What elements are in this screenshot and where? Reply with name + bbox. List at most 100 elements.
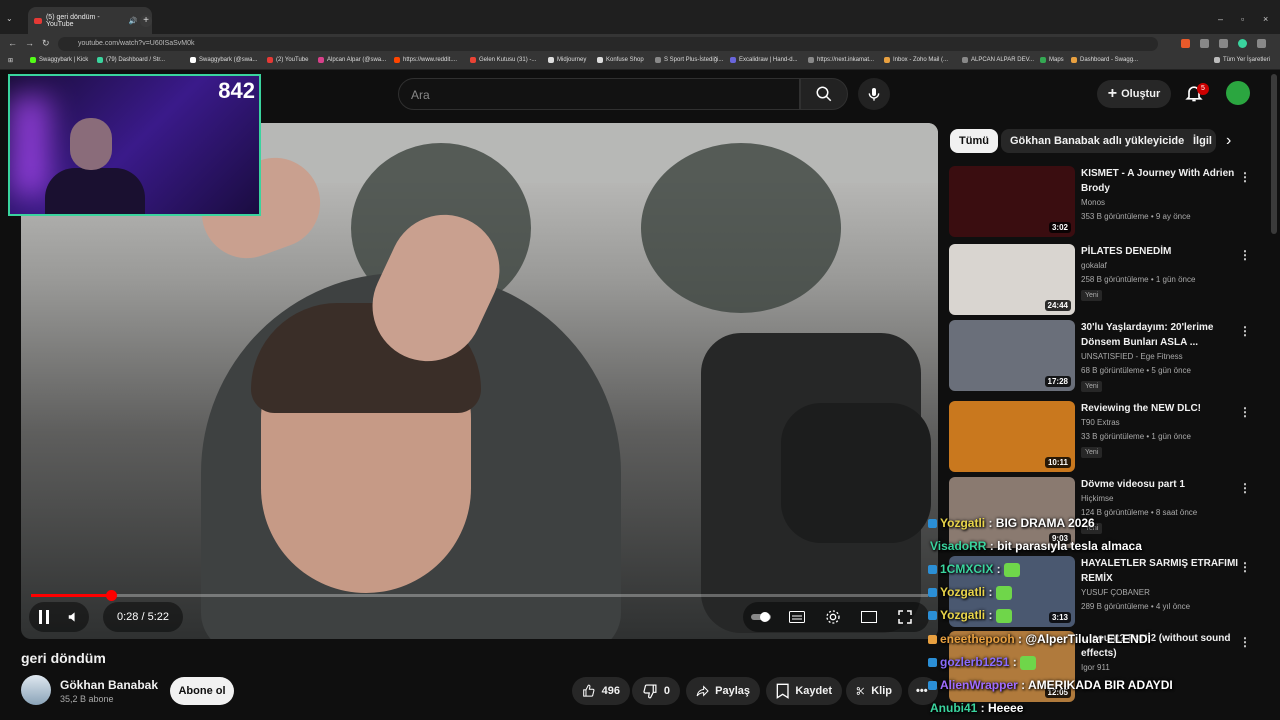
fullscreen-button[interactable] <box>887 610 923 624</box>
recommendation-thumbnail[interactable]: 24:44 <box>949 244 1075 315</box>
menu-icon[interactable] <box>1257 39 1266 48</box>
bookmark[interactable]: ALPCAN ALPAR DEV... <box>962 57 1034 63</box>
search-input[interactable]: Ara <box>398 78 800 110</box>
recommendation-title[interactable]: KISMET - A Journey With Adrien Brody <box>1081 166 1241 196</box>
dislike-button[interactable]: 0 <box>632 677 680 705</box>
progress-scrubber[interactable] <box>106 590 117 601</box>
bookmark[interactable]: Inbox - Zoho Mail (... <box>884 57 948 63</box>
back-icon[interactable]: ← <box>8 38 17 48</box>
bookmark[interactable]: Maps <box>1040 57 1064 63</box>
speaker-icon[interactable]: 🔊 <box>129 17 138 25</box>
create-button[interactable]: + Oluştur <box>1097 80 1171 108</box>
voice-search-button[interactable] <box>858 78 890 110</box>
bookmark[interactable]: Konfuse Shop <box>597 57 644 63</box>
bookmark[interactable]: Dashboard - Swagg... <box>1071 57 1138 63</box>
chip-all[interactable]: Tümü <box>950 129 998 153</box>
profile-icon[interactable] <box>1238 39 1247 48</box>
recommendation-item[interactable]: 24:44 PİLATES DENEDİM gokalaf 258 B görüntü… <box>949 244 1259 316</box>
chat-username[interactable]: eneethepooh <box>940 632 1015 646</box>
recommendation-channel[interactable]: Monos <box>1081 198 1105 207</box>
recommendation-item[interactable]: 17:28 30'lu Yaşlardayım: 20'lerime Dönsem… <box>949 320 1259 392</box>
clip-button[interactable]: Klip <box>846 677 902 705</box>
chat-username[interactable]: VisadoRR <box>930 539 986 553</box>
address-field[interactable]: youtube.com/watch?v=U60ISaSvM0k <box>58 37 1158 51</box>
bookmark[interactable]: https://www.reddit.... <box>394 57 457 63</box>
forward-icon[interactable]: → <box>25 38 34 48</box>
subtitles-button[interactable] <box>779 611 815 623</box>
bookmark[interactable]: Midjourney <box>548 57 586 63</box>
save-button[interactable]: Kaydet <box>766 677 842 705</box>
more-vertical-icon[interactable]: ⋮ <box>1239 248 1251 262</box>
recommendation-thumbnail[interactable]: 3:02 <box>949 166 1075 237</box>
chat-message: eneethepooh : @AlperTilular ELENDİ <box>928 632 1151 646</box>
apps-icon[interactable]: ⊞ <box>8 57 13 64</box>
tab-search-icon[interactable]: ⌄ <box>6 14 13 23</box>
chat-username[interactable]: AlienWrapper <box>940 678 1018 692</box>
autoplay-toggle[interactable] <box>743 612 779 622</box>
chat-username[interactable]: Anubi41 <box>930 701 977 715</box>
settings-button[interactable] <box>815 609 851 625</box>
recommendation-item[interactable]: 3:02 KISMET - A Journey With Adrien Brody… <box>949 166 1259 238</box>
recommendation-title[interactable]: 30'lu Yaşlardayım: 20'lerime Dönsem Bunl… <box>1081 320 1241 350</box>
more-vertical-icon[interactable]: ⋮ <box>1239 170 1251 184</box>
reload-icon[interactable]: ↻ <box>42 38 50 49</box>
bookmark[interactable]: S Sport Plus-İstediği... <box>655 57 723 63</box>
chip-uploader[interactable]: Gökhan Banabak adlı yükleyiciden <box>1001 129 1200 153</box>
progress-bar[interactable] <box>31 590 928 601</box>
recommendation-channel[interactable]: Hiçkimse <box>1081 494 1113 503</box>
bookmark[interactable]: Swaggybark | Kick <box>30 57 88 63</box>
recommendation-thumbnail[interactable]: 9:03 <box>949 477 1075 548</box>
volume-button[interactable] <box>59 610 89 624</box>
recommendation-channel[interactable]: Igor 911 <box>1081 663 1110 672</box>
bookmark[interactable]: (79) Dashboard / Str... <box>97 57 165 63</box>
chat-username[interactable]: Yozgatli <box>940 608 985 622</box>
more-vertical-icon[interactable]: ⋮ <box>1239 324 1251 338</box>
chat-username[interactable]: Yozgatli <box>940 585 985 599</box>
recommendation-channel[interactable]: YUSUF ÇOBANER <box>1081 588 1150 597</box>
chat-username[interactable]: gozlerb1251 <box>940 655 1009 669</box>
bookmark[interactable]: Excalidraw | Hand-d... <box>730 57 798 63</box>
more-vertical-icon[interactable]: ⋮ <box>1239 405 1251 419</box>
bookmark[interactable]: (2) YouTube <box>267 57 308 63</box>
recommendation-item[interactable]: 10:11 Reviewing the NEW DLC! T90 Extras 33 … <box>949 401 1259 473</box>
all-bookmarks[interactable]: Tüm Yer İşaretleri <box>1214 57 1270 63</box>
more-vertical-icon[interactable]: ⋮ <box>1239 635 1251 649</box>
browser-tab[interactable]: (5) geri döndüm - YouTube 🔊 × <box>28 7 152 34</box>
recommendation-channel[interactable]: UNSATISFIED - Ege Fitness <box>1081 352 1183 361</box>
more-vertical-icon[interactable]: ⋮ <box>1239 560 1251 574</box>
extension-icon[interactable] <box>1181 39 1190 48</box>
theater-mode-button[interactable] <box>851 611 887 623</box>
chat-username[interactable]: Yozgatli <box>940 516 985 530</box>
recommendation-title[interactable]: Dövme videosu part 1 <box>1081 477 1241 492</box>
recommendation-title[interactable]: PİLATES DENEDİM <box>1081 244 1241 259</box>
extension-icon[interactable] <box>1200 39 1209 48</box>
share-button[interactable]: Paylaş <box>686 677 760 705</box>
chat-username[interactable]: 1CMXCIX <box>940 562 993 576</box>
bookmark[interactable]: Swaggybark (@swa... <box>190 57 257 63</box>
recommendation-thumbnail[interactable]: 17:28 <box>949 320 1075 391</box>
recommendation-channel[interactable]: gokalaf <box>1081 261 1107 270</box>
account-avatar[interactable] <box>1226 81 1250 105</box>
subscribe-button[interactable]: Abone ol <box>170 677 234 705</box>
page-scrollbar[interactable] <box>1271 74 1277 234</box>
close-window-icon[interactable]: × <box>1263 14 1268 24</box>
chip-related[interactable]: İlgil <box>1184 129 1216 153</box>
recommendation-channel[interactable]: T90 Extras <box>1081 418 1120 427</box>
minimize-icon[interactable]: – <box>1218 14 1223 24</box>
recommendation-title[interactable]: HAYALETLER SARMIŞ ETRAFIMI REMİX <box>1081 556 1241 586</box>
bookmark[interactable]: Alpcan Alpar (@swa... <box>318 57 386 63</box>
recommendation-thumbnail[interactable]: 10:11 <box>949 401 1075 472</box>
new-tab-button[interactable]: + <box>140 15 152 27</box>
search-button[interactable] <box>800 78 848 110</box>
chevron-right-icon[interactable]: › <box>1226 132 1231 150</box>
recommendation-title[interactable]: Reviewing the NEW DLC! <box>1081 401 1241 416</box>
channel-name[interactable]: Gökhan Banabak <box>60 678 158 692</box>
bookmark[interactable]: https://next.inkamat... <box>808 57 874 63</box>
channel-avatar[interactable] <box>21 675 51 705</box>
maximize-icon[interactable]: ▫ <box>1241 14 1244 24</box>
like-button[interactable]: 496 <box>572 677 630 705</box>
more-vertical-icon[interactable]: ⋮ <box>1239 481 1251 495</box>
extension-icon[interactable] <box>1219 39 1228 48</box>
bookmark[interactable]: Gelen Kutusu (31) -... <box>470 57 536 63</box>
pause-button[interactable] <box>29 610 59 624</box>
